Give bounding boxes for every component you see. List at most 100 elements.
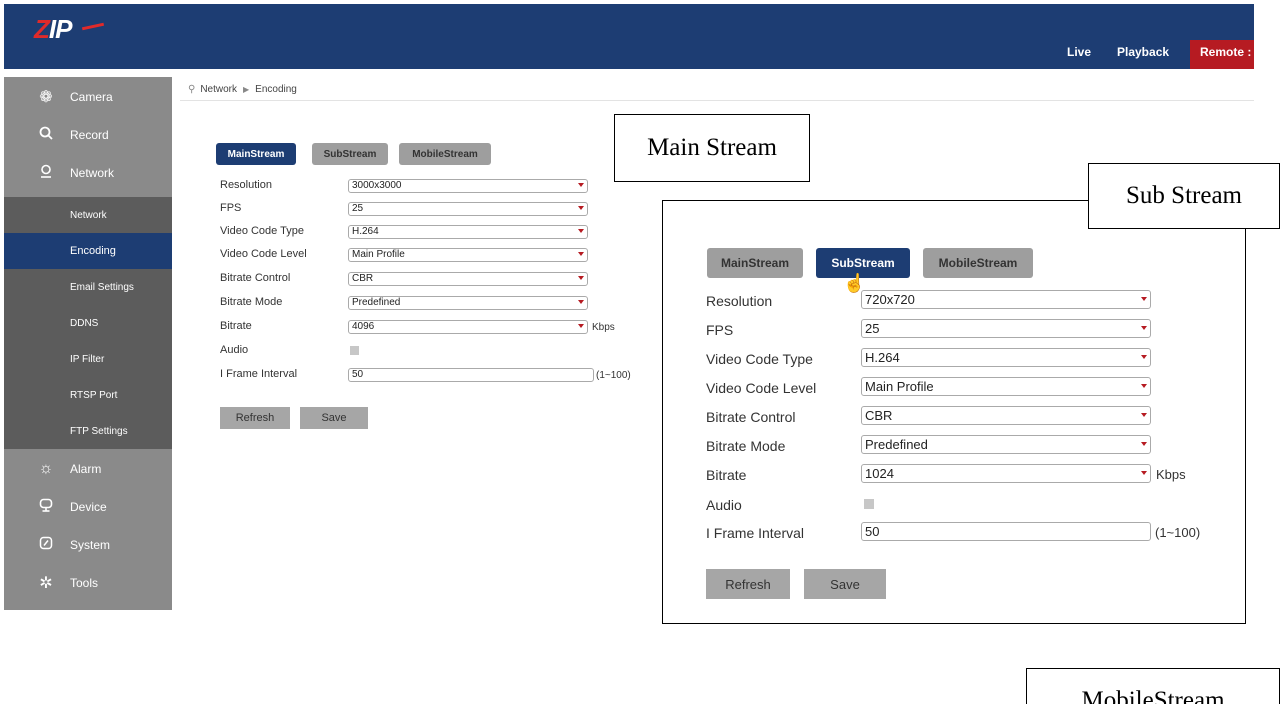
sidebar-item-alarm[interactable]: ☼ Alarm (4, 451, 172, 487)
callout-sub-stream: Sub Stream (1088, 163, 1280, 229)
zoom-label-audio: Audio (706, 497, 742, 513)
zoom-audio-checkbox[interactable] (864, 499, 874, 509)
nav-playback[interactable]: Playback (1117, 45, 1169, 59)
dropdown-arrow-icon (1141, 297, 1147, 301)
camera-icon: ❁ (39, 89, 53, 106)
search-icon (36, 126, 56, 145)
sidebar-item-label: Tools (70, 576, 99, 590)
nav-live[interactable]: Live (1067, 45, 1091, 59)
dropdown-arrow-icon (578, 183, 584, 187)
top-bar: ZIP Live Playback Remote : (4, 4, 1254, 69)
label-bitrate-mode: Bitrate Mode (220, 296, 283, 308)
label-bitrate-control: Bitrate Control (220, 272, 291, 284)
breadcrumb-separator-icon: ▶ (243, 85, 250, 94)
zoom-video-code-level-select[interactable]: Main Profile (861, 377, 1151, 396)
sidebar-item-label: Alarm (70, 462, 102, 476)
dropdown-arrow-icon (1141, 413, 1147, 417)
nav-remote[interactable]: Remote : (1190, 40, 1254, 69)
dropdown-arrow-icon (1141, 355, 1147, 359)
zoom-bitrate-mode-select[interactable]: Predefined (861, 435, 1151, 454)
label-bitrate: Bitrate (220, 320, 252, 332)
label-video-code-type: Video Code Type (220, 225, 304, 237)
bitrate-select[interactable]: 4096 (348, 320, 588, 334)
breadcrumb: ⚲ Network ▶ Encoding (188, 84, 297, 95)
callout-main-stream: Main Stream (614, 114, 810, 182)
label-video-code-level: Video Code Level (220, 248, 307, 260)
zoom-resolution-select[interactable]: 720x720 (861, 290, 1151, 309)
sidebar-subitem-ddns[interactable]: DDNS (4, 305, 172, 341)
sidebar-subitem-ftp-settings[interactable]: FTP Settings (4, 413, 172, 449)
audio-checkbox[interactable] (350, 346, 359, 355)
video-code-type-select[interactable]: H.264 (348, 225, 588, 239)
breadcrumb-encoding: Encoding (255, 84, 297, 95)
monitor-icon (36, 498, 56, 517)
zoom-label-bitrate-control: Bitrate Control (706, 409, 796, 425)
logo: ZIP (34, 14, 72, 44)
system-icon (36, 536, 56, 555)
zoom-iframe-interval-input[interactable]: 50 (861, 522, 1151, 541)
dropdown-arrow-icon (1141, 442, 1147, 446)
sidebar-subitem-email-settings[interactable]: Email Settings (4, 269, 172, 305)
sidebar-item-label: System (70, 538, 111, 552)
sidebar-subitem-network[interactable]: Network (4, 197, 172, 233)
label-iframe-interval: I Frame Interval (220, 368, 298, 380)
sidebar-item-label: Record (70, 128, 109, 142)
tab-sub-stream[interactable]: SubStream (312, 143, 388, 165)
dropdown-arrow-icon (578, 276, 584, 280)
zoom-bitrate-control-select[interactable]: CBR (861, 406, 1151, 425)
breadcrumb-divider (180, 100, 1254, 101)
zoom-tab-main-stream[interactable]: MainStream (707, 248, 803, 278)
zoom-label-video-code-type: Video Code Type (706, 351, 813, 367)
save-button[interactable]: Save (300, 407, 368, 429)
iframe-interval-input[interactable]: 50 (348, 368, 594, 382)
zoom-label-resolution: Resolution (706, 293, 773, 309)
zoom-video-code-type-select[interactable]: H.264 (861, 348, 1151, 367)
resolution-select[interactable]: 3000x3000 (348, 179, 588, 193)
tab-main-stream[interactable]: MainStream (216, 143, 296, 165)
video-code-level-select[interactable]: Main Profile (348, 248, 588, 262)
sidebar-item-camera[interactable]: ❁ Camera (4, 79, 172, 115)
logo-arrow (81, 22, 105, 31)
dropdown-arrow-icon (578, 229, 584, 233)
sidebar-item-tools[interactable]: ✲ Tools (4, 565, 172, 601)
gear-icon: ✲ (39, 575, 53, 592)
zoom-iframe-interval-range: (1~100) (1155, 525, 1201, 540)
zoom-label-bitrate: Bitrate (706, 467, 747, 483)
zoom-label-iframe-interval: I Frame Interval (706, 525, 805, 541)
dropdown-arrow-icon (578, 206, 584, 210)
dropdown-arrow-icon (578, 252, 584, 256)
sidebar-subitem-rtsp-port[interactable]: RTSP Port (4, 377, 172, 413)
breadcrumb-network[interactable]: Network (200, 84, 237, 95)
sidebar-subitem-encoding[interactable]: Encoding (4, 233, 172, 269)
label-fps: FPS (220, 202, 242, 214)
sidebar-item-device[interactable]: Device (4, 489, 172, 525)
dropdown-arrow-icon (1141, 471, 1147, 475)
zoom-save-button[interactable]: Save (804, 569, 886, 599)
refresh-button[interactable]: Refresh (220, 407, 290, 429)
zoom-label-bitrate-mode: Bitrate Mode (706, 438, 786, 454)
sidebar-subitem-ip-filter[interactable]: IP Filter (4, 341, 172, 377)
sidebar-item-record[interactable]: Record (4, 117, 172, 153)
zoom-refresh-button[interactable]: Refresh (706, 569, 790, 599)
label-audio: Audio (220, 344, 249, 356)
zoom-tab-mobile-stream[interactable]: MobileStream (923, 248, 1033, 278)
tab-mobile-stream[interactable]: MobileStream (399, 143, 491, 165)
zoom-bitrate-unit: Kbps (1156, 467, 1186, 482)
bitrate-unit: Kbps (592, 322, 615, 333)
sidebar-item-network[interactable]: Network (4, 155, 172, 191)
sidebar-item-system[interactable]: System (4, 527, 172, 563)
sidebar: ❁ Camera Record Network Network Encoding … (4, 77, 172, 610)
sidebar-item-label: Camera (70, 90, 113, 104)
fps-select[interactable]: 25 (348, 202, 588, 216)
dropdown-arrow-icon (1141, 384, 1147, 388)
alarm-icon: ☼ (38, 460, 54, 477)
location-pin-icon: ⚲ (188, 84, 196, 95)
zoom-bitrate-select[interactable]: 1024 (861, 464, 1151, 483)
network-icon (36, 164, 56, 183)
dropdown-arrow-icon (578, 300, 584, 304)
bitrate-mode-select[interactable]: Predefined (348, 296, 588, 310)
callout-mobile-stream: MobileStream (1026, 668, 1280, 704)
label-resolution: Resolution (220, 179, 272, 191)
bitrate-control-select[interactable]: CBR (348, 272, 588, 286)
zoom-fps-select[interactable]: 25 (861, 319, 1151, 338)
